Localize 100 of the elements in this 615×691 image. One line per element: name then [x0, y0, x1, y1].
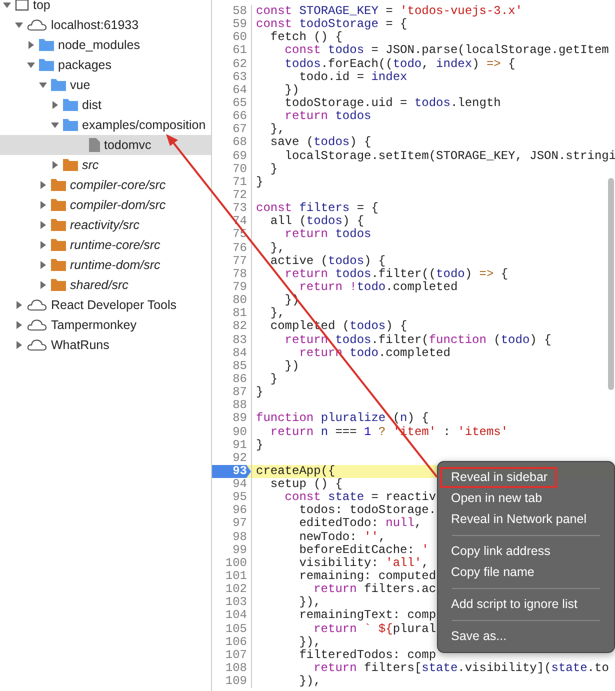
expanded-arrow-icon[interactable] [15, 21, 23, 29]
tree-label: packages [58, 58, 112, 72]
tree-item[interactable]: dist [0, 95, 211, 115]
tree-label: reactivity/src [70, 218, 140, 232]
folder-icon [51, 219, 66, 231]
cloud-icon [27, 299, 47, 311]
code-line: filteredTodos: comp [298, 648, 436, 662]
tree-item[interactable]: localhost:61933 [0, 15, 211, 35]
tree-item[interactable]: compiler-dom/src [0, 195, 211, 215]
expanded-arrow-icon[interactable] [39, 81, 47, 89]
code-line: remaining: computed [298, 570, 436, 584]
tree-item[interactable]: packages [0, 55, 211, 75]
cloud-icon [27, 319, 47, 331]
cloud-icon [27, 19, 47, 31]
code-line: }), [298, 636, 321, 649]
tree-item[interactable]: todomvc [0, 135, 211, 155]
tree-label: node_modules [58, 38, 140, 52]
expanded-arrow-icon[interactable] [3, 1, 11, 9]
tree-item[interactable]: node_modules [0, 35, 211, 55]
code-line: return ` ${plural [312, 622, 436, 636]
collapsed-arrow-icon[interactable] [39, 221, 47, 229]
tree-label: examples/composition [82, 118, 206, 132]
code-line: remainingText: comp [298, 609, 436, 623]
code-line: return filters[state.visibility](state.to [314, 662, 609, 676]
folder-icon [51, 199, 66, 211]
file-icon [89, 138, 100, 152]
folder-icon [51, 259, 66, 271]
folder-icon [51, 179, 66, 191]
collapsed-arrow-icon[interactable] [39, 181, 47, 189]
tree-item[interactable]: top [0, 0, 211, 15]
code-line: const STORAGE_KEY = 'todos-vuejs-3.x' [256, 5, 522, 18]
code-line: save (todos) { [269, 136, 372, 150]
tree-item[interactable]: vue [0, 75, 211, 95]
folder-icon [39, 39, 54, 51]
tree-label: dist [82, 98, 102, 112]
folder-icon [63, 159, 78, 171]
collapsed-arrow-icon[interactable] [15, 321, 23, 329]
code-line: editedTodo: null, [298, 517, 422, 531]
tree-item[interactable]: WhatRuns [0, 335, 211, 355]
tree-item[interactable]: examples/composition [0, 115, 211, 135]
tree-label: runtime-core/src [70, 238, 160, 252]
menu-item[interactable]: Open in new tab [440, 488, 612, 509]
code-line: localStorage.setItem(STORAGE_KEY, JSON.stringi [284, 150, 615, 163]
menu-item[interactable]: Save as... [440, 626, 612, 647]
tree-item[interactable]: reactivity/src [0, 215, 211, 235]
tree-item[interactable]: shared/src [0, 275, 211, 295]
code-line: } [256, 438, 264, 452]
tree-item[interactable]: runtime-core/src [0, 235, 211, 255]
collapsed-arrow-icon[interactable] [27, 41, 35, 49]
collapsed-arrow-icon[interactable] [15, 301, 23, 309]
code-line: setup () { [269, 478, 342, 492]
breakpoint-line-number[interactable]: 93 [212, 464, 251, 478]
code-line: const filters = { [256, 202, 378, 216]
folder-icon [51, 279, 66, 291]
collapsed-arrow-icon[interactable] [51, 101, 59, 109]
tree-label: shared/src [70, 278, 128, 292]
tree-label: React Developer Tools [51, 298, 177, 312]
folder-icon [63, 99, 78, 111]
collapsed-arrow-icon[interactable] [51, 161, 59, 169]
menu-item[interactable]: Copy link address [440, 541, 612, 562]
code-line: }), [298, 596, 321, 610]
frame-icon [15, 0, 29, 11]
code-line: }) [284, 360, 300, 373]
code-line: todos: todoStorage. [298, 504, 436, 518]
code-line: return todos.filter((todo) => { [284, 268, 508, 281]
folder-icon [39, 59, 54, 71]
collapsed-arrow-icon[interactable] [39, 281, 47, 289]
expanded-arrow-icon[interactable] [27, 61, 35, 69]
menu-item[interactable]: Copy file name [440, 562, 612, 583]
code-line: const state = reactiv [284, 491, 436, 504]
tree-label: runtime-dom/src [70, 258, 160, 272]
expanded-arrow-icon[interactable] [51, 121, 59, 129]
scrollbar-thumb[interactable] [608, 178, 614, 390]
tree-label: vue [70, 78, 90, 92]
menu-item[interactable]: Reveal in sidebar [440, 467, 557, 488]
code-line: todos.forEach((todo, index) => { [284, 58, 516, 71]
collapsed-arrow-icon[interactable] [39, 201, 47, 209]
tree-label: compiler-core/src [70, 178, 166, 192]
folder-icon [51, 79, 66, 91]
code-line: }, [269, 242, 285, 255]
menu-item[interactable]: Reveal in Network panel [440, 509, 612, 530]
code-line: return todos [284, 228, 372, 242]
code-line: const todos = JSON.parse(localStorage.getItem [284, 44, 609, 58]
code-line: } [256, 386, 264, 400]
code-line: } [269, 162, 278, 176]
tree-item[interactable]: runtime-dom/src [0, 255, 211, 275]
code-line: visibility: 'all', [298, 556, 429, 570]
code-line: } [269, 372, 278, 386]
code-line: }, [269, 307, 285, 320]
tree-label: WhatRuns [51, 338, 110, 352]
menu-item[interactable]: Add script to ignore list [440, 594, 612, 615]
collapsed-arrow-icon[interactable] [39, 261, 47, 269]
collapsed-arrow-icon[interactable] [15, 341, 23, 349]
tree-item[interactable]: React Developer Tools [0, 295, 211, 315]
code-line: }), [298, 675, 321, 688]
collapsed-arrow-icon[interactable] [39, 241, 47, 249]
code-line: todo.id = index [298, 70, 408, 84]
tree-item[interactable]: src [0, 155, 211, 175]
tree-item[interactable]: Tampermonkey [0, 315, 211, 335]
tree-item[interactable]: compiler-core/src [0, 175, 211, 195]
